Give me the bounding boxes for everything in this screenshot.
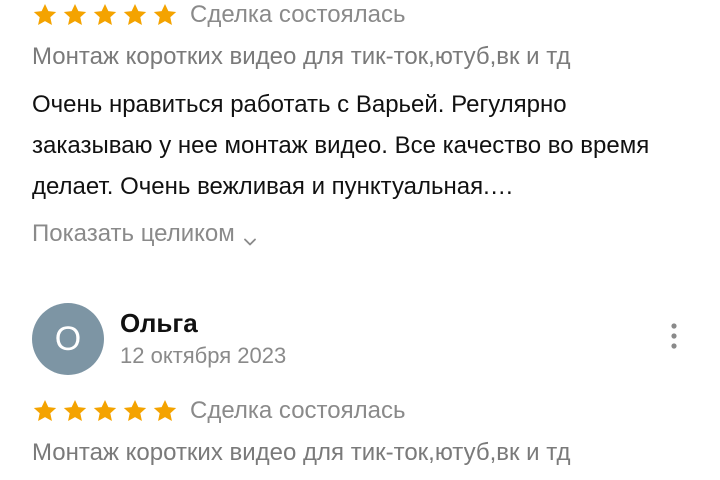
reviews-page: Сделка состоялась Монтаж коротких видео … <box>0 0 720 480</box>
star-icon <box>122 398 148 424</box>
rating-row: Сделка состоялась <box>32 0 692 30</box>
author-name[interactable]: Ольга <box>120 308 286 338</box>
deal-status: Сделка состоялась <box>190 1 406 28</box>
star-icon <box>62 398 88 424</box>
star-icon <box>32 398 58 424</box>
show-full-button[interactable]: Показать целиком <box>32 219 257 249</box>
more-options-button[interactable] <box>656 320 692 356</box>
deal-status: Сделка состоялась <box>190 397 406 424</box>
star-icon <box>62 2 88 28</box>
review-card: О Ольга 12 октября 2023 Сделка состоялас… <box>32 302 692 468</box>
service-title: Монтаж коротких видео для тик-ток,ютуб,в… <box>32 43 571 70</box>
star-icon <box>92 2 118 28</box>
chevron-down-icon <box>243 227 257 246</box>
star-icon <box>152 2 178 28</box>
star-rating <box>32 2 178 28</box>
star-icon <box>32 2 58 28</box>
more-vertical-icon <box>669 321 679 356</box>
review-card: Сделка состоялась Монтаж коротких видео … <box>32 0 692 249</box>
star-icon <box>92 398 118 424</box>
star-rating <box>32 398 178 424</box>
star-icon <box>122 2 148 28</box>
star-icon <box>152 398 178 424</box>
avatar[interactable]: О <box>32 303 104 375</box>
show-full-label: Показать целиком <box>32 220 235 247</box>
service-title: Монтаж коротких видео для тик-ток,ютуб,в… <box>32 439 571 466</box>
review-date: 12 октября 2023 <box>120 343 287 368</box>
review-text: Очень нравиться работать с Варьей. Регул… <box>32 91 650 200</box>
review-author-row: О Ольга 12 октября 2023 <box>32 302 692 376</box>
author-meta: Ольга 12 октября 2023 <box>120 308 286 370</box>
rating-row: Сделка состоялась <box>32 396 692 426</box>
